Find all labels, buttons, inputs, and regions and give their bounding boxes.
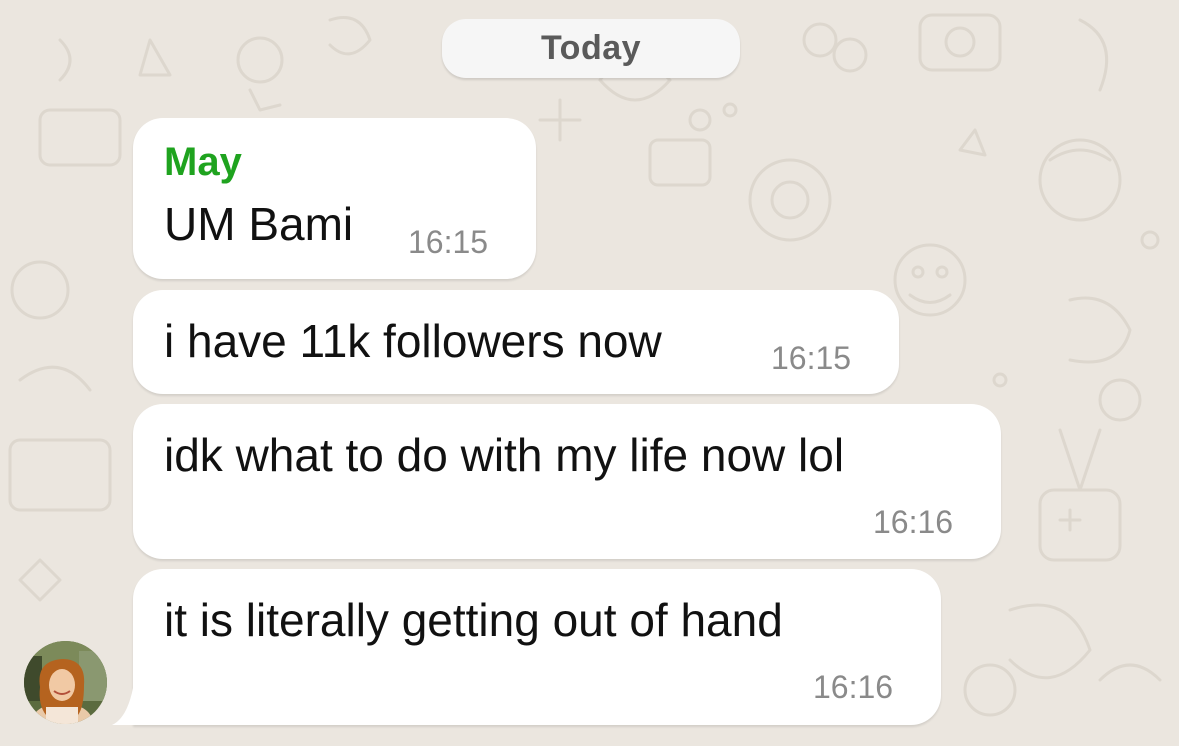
message-text: it is literally getting out of hand xyxy=(164,594,783,646)
sender-avatar[interactable] xyxy=(24,641,107,724)
message-text: UM Bami xyxy=(164,198,354,250)
message-bubble[interactable]: it is literally getting out of hand 16:1… xyxy=(133,569,941,725)
message-text: idk what to do with my life now lol xyxy=(164,429,845,481)
message-timestamp: 16:16 xyxy=(813,669,894,705)
bubble-tail xyxy=(112,688,142,725)
sender-name[interactable]: May xyxy=(164,140,242,185)
message-timestamp: 16:15 xyxy=(771,340,852,376)
date-divider: Today xyxy=(442,19,740,78)
message-timestamp: 16:16 xyxy=(873,504,954,540)
message-text: i have 11k followers now xyxy=(164,315,662,367)
message-bubble[interactable]: idk what to do with my life now lol 16:1… xyxy=(133,404,1001,559)
message-bubble[interactable]: i have 11k followers now 16:15 xyxy=(133,290,899,394)
message-bubble[interactable]: May UM Bami 16:15 xyxy=(133,118,536,279)
message-timestamp: 16:15 xyxy=(408,224,489,260)
avatar-photo-icon xyxy=(24,641,107,724)
